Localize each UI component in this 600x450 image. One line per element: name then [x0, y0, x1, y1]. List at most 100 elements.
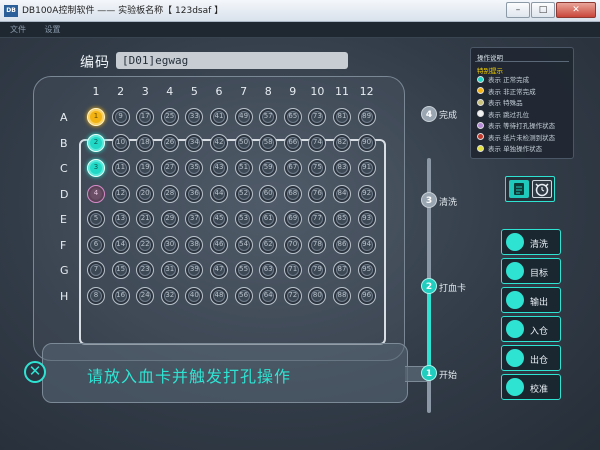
well-85[interactable]: 85	[333, 210, 351, 228]
well-9[interactable]: 9	[111, 108, 130, 126]
well-10[interactable]: 10	[111, 133, 130, 152]
well-90[interactable]: 90	[357, 133, 376, 152]
well-70[interactable]: 70	[283, 235, 302, 254]
action-label: 入仓	[530, 327, 549, 337]
well-60[interactable]: 60	[259, 184, 278, 203]
well-52[interactable]: 52	[234, 184, 253, 203]
column-label: 6	[215, 85, 223, 98]
well-66[interactable]: 66	[283, 133, 302, 152]
well-67[interactable]: 67	[283, 159, 302, 177]
well-22[interactable]: 22	[136, 235, 155, 254]
well-7[interactable]: 7	[87, 261, 105, 279]
well-93[interactable]: 93	[357, 210, 376, 228]
action-button-4[interactable]: 出仓	[501, 345, 561, 371]
well-95[interactable]: 95	[357, 261, 376, 279]
column-label: 3	[141, 85, 149, 98]
well-50[interactable]: 50	[234, 133, 253, 152]
well-86[interactable]: 86	[333, 235, 351, 254]
well-54[interactable]: 54	[234, 235, 253, 254]
well-15[interactable]: 15	[111, 261, 130, 279]
action-button-1[interactable]: 目标	[501, 258, 561, 284]
well-36[interactable]: 36	[185, 184, 204, 203]
well-87[interactable]: 87	[333, 261, 351, 279]
alarm-clock-icon[interactable]	[532, 180, 552, 198]
well-16[interactable]: 16	[111, 286, 130, 305]
action-button-0[interactable]: 清洗	[501, 229, 561, 255]
well-11[interactable]: 11	[111, 159, 130, 177]
action-button-2[interactable]: 输出	[501, 287, 561, 313]
well-44[interactable]: 44	[210, 184, 228, 203]
code-field[interactable]: [D01]egwag	[116, 52, 348, 69]
well-92[interactable]: 92	[357, 184, 376, 203]
list-icon[interactable]	[509, 180, 529, 198]
well-96[interactable]: 96	[357, 286, 376, 305]
well-31[interactable]: 31	[160, 261, 179, 279]
minimize-button[interactable]: –	[506, 2, 530, 18]
well-18[interactable]: 18	[136, 133, 155, 152]
well-69[interactable]: 69	[283, 210, 302, 228]
well-3[interactable]: 3	[87, 159, 105, 177]
well-65[interactable]: 65	[283, 108, 302, 126]
well-38[interactable]: 38	[185, 235, 204, 254]
well-94[interactable]: 94	[357, 235, 376, 254]
well-45[interactable]: 45	[210, 210, 228, 228]
well-26[interactable]: 26	[160, 133, 179, 152]
well-28[interactable]: 28	[160, 184, 179, 203]
well-71[interactable]: 71	[283, 261, 302, 279]
well-32[interactable]: 32	[160, 286, 179, 305]
well-91[interactable]: 91	[357, 159, 376, 177]
well-2[interactable]: 2	[87, 133, 105, 152]
well-12[interactable]: 12	[111, 184, 130, 203]
well-30[interactable]: 30	[160, 235, 179, 254]
well-48[interactable]: 48	[210, 286, 228, 305]
well-88[interactable]: 88	[333, 286, 351, 305]
well-6[interactable]: 6	[87, 235, 105, 254]
maximize-button[interactable]: □	[531, 2, 555, 18]
well-84[interactable]: 84	[333, 184, 351, 203]
column-label: 10	[310, 85, 325, 98]
well-4[interactable]: 4	[87, 184, 105, 203]
well-8[interactable]: 8	[87, 286, 105, 305]
well-27[interactable]: 27	[160, 159, 179, 177]
well-41[interactable]: 41	[210, 108, 228, 126]
wash-icon	[506, 233, 524, 251]
well-42[interactable]: 42	[210, 133, 228, 152]
well-68[interactable]: 68	[283, 184, 302, 203]
well-51[interactable]: 51	[234, 159, 253, 177]
well-76[interactable]: 76	[308, 184, 327, 203]
well-46[interactable]: 46	[210, 235, 228, 254]
well-81[interactable]: 81	[333, 108, 351, 126]
well-64[interactable]: 64	[259, 286, 278, 305]
action-button-3[interactable]: 入仓	[501, 316, 561, 342]
action-button-5[interactable]: 校准	[501, 374, 561, 400]
well-83[interactable]: 83	[333, 159, 351, 177]
menu-file[interactable]: 文件	[10, 25, 26, 34]
well-89[interactable]: 89	[357, 108, 376, 126]
legend-item: 表示 特殊品	[477, 97, 523, 107]
well-20[interactable]: 20	[136, 184, 155, 203]
well-58[interactable]: 58	[259, 133, 278, 152]
well-1[interactable]: 1	[87, 108, 105, 126]
well-34[interactable]: 34	[185, 133, 204, 152]
well-40[interactable]: 40	[185, 286, 204, 305]
well-25[interactable]: 25	[160, 108, 179, 126]
well-72[interactable]: 72	[283, 286, 302, 305]
well-80[interactable]: 80	[308, 286, 327, 305]
well-56[interactable]: 56	[234, 286, 253, 305]
well-49[interactable]: 49	[234, 108, 253, 126]
well-47[interactable]: 47	[210, 261, 228, 279]
well-53[interactable]: 53	[234, 210, 253, 228]
well-13[interactable]: 13	[111, 210, 130, 228]
well-74[interactable]: 74	[308, 133, 327, 152]
well-5[interactable]: 5	[87, 210, 105, 228]
well-14[interactable]: 14	[111, 235, 130, 254]
close-button[interactable]: ✕	[556, 2, 596, 18]
well-55[interactable]: 55	[234, 261, 253, 279]
well-24[interactable]: 24	[136, 286, 155, 305]
well-78[interactable]: 78	[308, 235, 327, 254]
menu-settings[interactable]: 设置	[45, 25, 61, 34]
well-82[interactable]: 82	[333, 133, 351, 152]
well-62[interactable]: 62	[259, 235, 278, 254]
well-43[interactable]: 43	[210, 159, 228, 177]
well-29[interactable]: 29	[160, 210, 179, 228]
